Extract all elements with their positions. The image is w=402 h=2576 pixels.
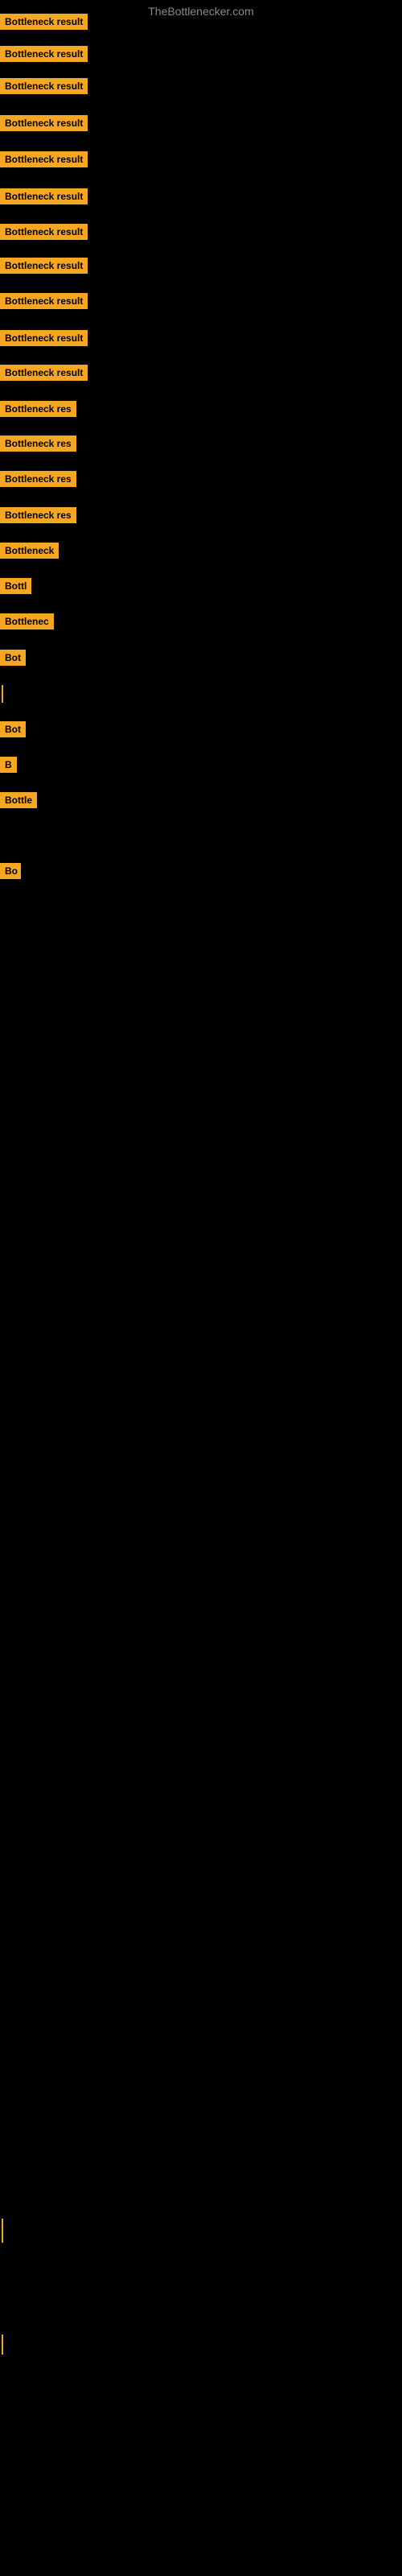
badge-12: Bottleneck res: [0, 401, 76, 421]
vline-3: [2, 2334, 3, 2355]
badge-2: Bottleneck result: [0, 46, 88, 66]
badge-5-label: Bottleneck result: [0, 151, 88, 167]
badge-21-label: B: [0, 757, 17, 773]
badge-22-label: Bottle: [0, 792, 37, 808]
badge-19-label: Bot: [0, 650, 26, 666]
badge-8-label: Bottleneck result: [0, 258, 88, 274]
badge-13: Bottleneck res: [0, 436, 76, 456]
badge-6: Bottleneck result: [0, 188, 88, 208]
badge-1: Bottleneck result: [0, 14, 88, 34]
badge-2-label: Bottleneck result: [0, 46, 88, 62]
badge-21: B: [0, 757, 17, 777]
badge-4: Bottleneck result: [0, 115, 88, 135]
badge-7-label: Bottleneck result: [0, 224, 88, 240]
badge-23-label: Bo: [0, 863, 21, 879]
badge-13-label: Bottleneck res: [0, 436, 76, 452]
badge-9-label: Bottleneck result: [0, 293, 88, 309]
badge-14: Bottleneck res: [0, 471, 76, 491]
badge-4-label: Bottleneck result: [0, 115, 88, 131]
badge-23: Bo: [0, 863, 21, 883]
badge-22: Bottle: [0, 792, 37, 812]
badge-16-label: Bottleneck: [0, 543, 59, 559]
badge-11: Bottleneck result: [0, 365, 88, 385]
badge-19: Bot: [0, 650, 26, 670]
badge-1-label: Bottleneck result: [0, 14, 88, 30]
badge-18-label: Bottlenec: [0, 613, 54, 630]
badge-9: Bottleneck result: [0, 293, 88, 313]
badge-5: Bottleneck result: [0, 151, 88, 171]
badge-7: Bottleneck result: [0, 224, 88, 244]
badge-3-label: Bottleneck result: [0, 78, 88, 94]
badge-10: Bottleneck result: [0, 330, 88, 350]
badge-18: Bottlenec: [0, 613, 54, 634]
vline-2: [2, 2219, 3, 2243]
badge-12-label: Bottleneck res: [0, 401, 76, 417]
badge-17: Bottl: [0, 578, 31, 598]
badge-10-label: Bottleneck result: [0, 330, 88, 346]
badge-15: Bottleneck res: [0, 507, 76, 527]
badge-17-label: Bottl: [0, 578, 31, 594]
badge-11-label: Bottleneck result: [0, 365, 88, 381]
badge-15-label: Bottleneck res: [0, 507, 76, 523]
badge-20: Bot: [0, 721, 26, 741]
badge-8: Bottleneck result: [0, 258, 88, 278]
badge-16: Bottleneck: [0, 543, 59, 563]
badge-20-label: Bot: [0, 721, 26, 737]
badge-14-label: Bottleneck res: [0, 471, 76, 487]
vline-1: [2, 685, 3, 703]
badge-6-label: Bottleneck result: [0, 188, 88, 204]
badge-3: Bottleneck result: [0, 78, 88, 98]
